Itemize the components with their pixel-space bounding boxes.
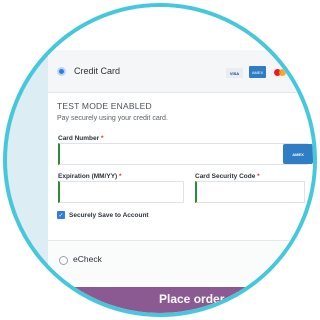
visa-card-icon: VISA	[226, 68, 243, 78]
save-to-account-checkbox[interactable]: ✓	[57, 211, 65, 219]
security-code-input[interactable]	[195, 181, 305, 203]
credit-card-label: Credit Card	[74, 66, 121, 76]
circular-frame: Credit Card VISA AMEX TEST MODE ENABLED …	[0, 0, 320, 320]
card-number-label: Card Number *	[58, 135, 104, 142]
credit-card-radio[interactable]	[57, 67, 66, 76]
amex-card-icon: AMEX	[283, 144, 313, 164]
card-number-input[interactable]	[58, 143, 308, 165]
security-code-label: Card Security Code *	[195, 173, 260, 180]
save-to-account-label: Securely Save to Account	[69, 212, 149, 219]
echeck-label: eCheck	[73, 254, 102, 264]
place-order-label: Place order	[159, 292, 225, 306]
echeck-radio[interactable]	[59, 256, 68, 265]
amex-card-icon: AMEX	[249, 66, 266, 78]
expiration-label: Expiration (MM/YY) *	[58, 173, 122, 180]
expiration-input[interactable]	[58, 181, 184, 203]
secure-payment-note: Pay securely using your credit card.	[57, 115, 168, 122]
circle-mask: Credit Card VISA AMEX TEST MODE ENABLED …	[3, 3, 317, 317]
mastercard-icon	[271, 68, 290, 78]
test-mode-notice: TEST MODE ENABLED	[57, 101, 152, 111]
